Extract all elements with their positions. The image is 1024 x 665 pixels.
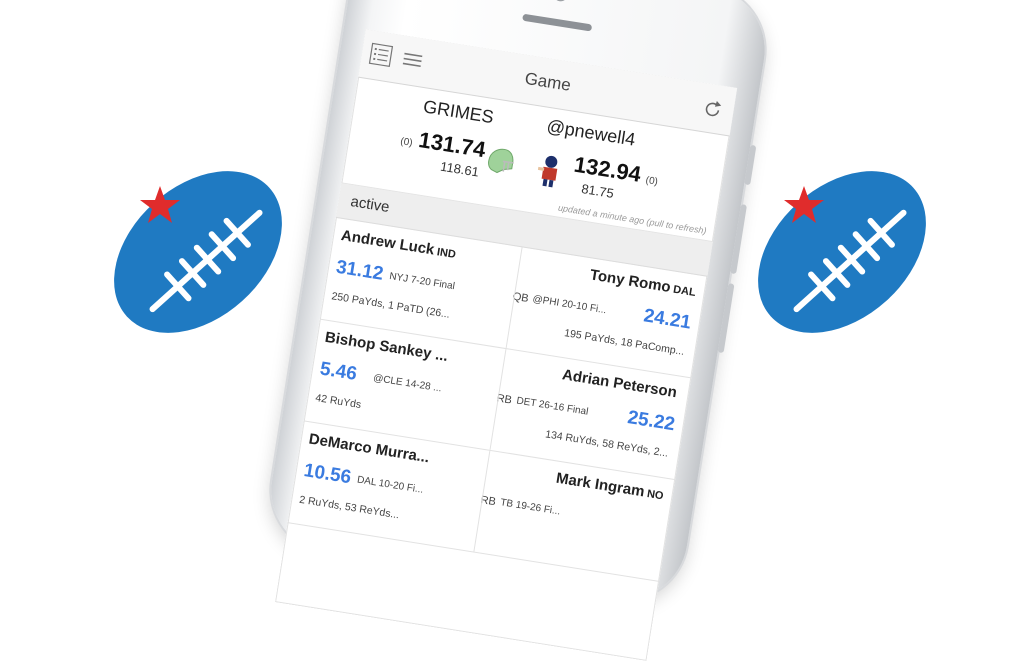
- position-label: RB: [479, 494, 497, 509]
- team-rank: (0): [644, 174, 659, 188]
- helmet-icon: [488, 148, 514, 174]
- player-team: IND: [436, 246, 457, 261]
- player-score: 10.56: [302, 460, 353, 489]
- phone-device: Game GRIMES (0) 131.74 118.61 @pnewell4 …: [262, 0, 774, 661]
- team-right[interactable]: @pnewell4 132.94 (0) 81.75: [531, 115, 710, 215]
- player-stats: 42 RuYds: [314, 391, 362, 412]
- player-team: [679, 389, 681, 401]
- player-stats: 250 PaYds, 1 PaTD (26...: [330, 290, 451, 321]
- football-logo-left: [114, 171, 282, 333]
- player-stats: 2 RuYds, 53 ReYds...: [298, 493, 401, 522]
- player-team: [431, 454, 433, 466]
- player-score: 24.21: [642, 305, 693, 334]
- player-name: Mark Ingram: [554, 469, 646, 501]
- player-name: Andrew Luck: [339, 227, 436, 259]
- player-name: Tony Romo: [588, 266, 672, 296]
- player-team: [450, 353, 452, 365]
- position-label: QB: [511, 290, 530, 305]
- player-team: NO: [646, 488, 665, 503]
- football-logo-right: [758, 171, 926, 333]
- player-game: @CLE 14-28 ...: [372, 372, 443, 395]
- player-game: TB 19-26 Fi...: [499, 497, 562, 518]
- player-game: DET 26-16 Final: [515, 395, 590, 418]
- player-game: DAL 10-20 Fi...: [356, 474, 425, 496]
- player-stats: 134 RuYds, 58 ReYds, 2...: [544, 428, 670, 460]
- team-rank: (0): [399, 136, 414, 149]
- player-score: 31.12: [334, 256, 385, 285]
- player-team: DAL: [672, 283, 697, 299]
- refresh-icon[interactable]: [700, 97, 725, 122]
- player-game: @PHI 20-10 Fi...: [531, 293, 608, 317]
- player-stats: 195 PaYds, 18 PaComp...: [563, 327, 686, 358]
- position-label: RB: [495, 392, 513, 407]
- matchup-list: Andrew LuckIND 31.12 NYJ 7-20 Final 250 …: [287, 217, 708, 582]
- player-score: 5.46: [318, 358, 359, 385]
- player-game: NYJ 7-20 Final: [388, 271, 456, 293]
- player-score: 25.22: [626, 407, 677, 436]
